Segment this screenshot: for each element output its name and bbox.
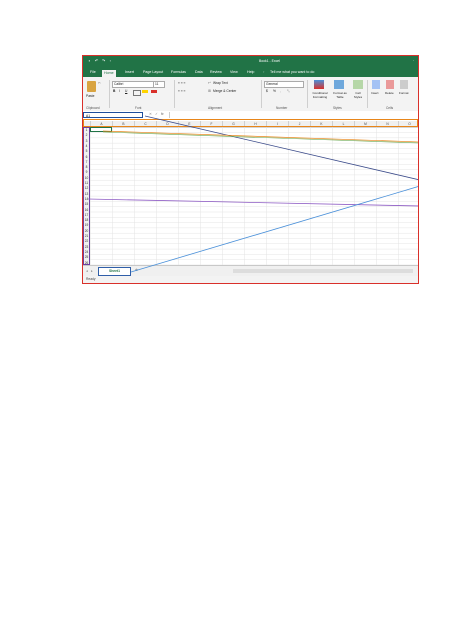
format-button[interactable]: Format [399,91,409,95]
tab-file[interactable]: File [88,69,98,76]
insert-function-icon[interactable]: fx [161,112,164,116]
title-bar: ▪ ↶ ↷ ▫ Book1 - Excel · [83,56,418,67]
redo-icon[interactable]: ↷ [101,58,106,63]
group-divider [367,80,368,108]
font-size-select[interactable]: 11 [153,81,165,88]
tab-data[interactable]: Data [193,69,205,76]
conditional-formatting-icon[interactable] [314,80,324,89]
window-title: Book1 - Excel [259,59,280,63]
styles-group-label: Styles [333,106,342,110]
cancel-icon[interactable]: ✕ [149,112,152,116]
number-group-label: Number [276,106,288,110]
excel-window-screenshot: ▪ ↶ ↷ ▫ Book1 - Excel · File Home Insert… [82,55,419,284]
save-icon[interactable]: ▪ [87,58,92,63]
group-divider [261,80,262,108]
percent-button[interactable]: % [273,89,276,93]
group-divider [174,80,175,108]
row-header-column: 1 2 3 4 5 6 7 8 9 10 11 12 13 14 15 16 17 18 19 20 21 22 23 24 2… [83,127,90,265]
undo-icon[interactable]: ↶ [94,58,99,63]
bold-button[interactable]: B [113,89,115,93]
tell-me-box[interactable]: Tell me what you want to do [270,69,314,76]
active-cell[interactable] [90,127,112,133]
borders-icon[interactable] [133,90,141,96]
horizontal-scrollbar[interactable] [233,269,413,273]
underline-button[interactable]: U [125,89,127,93]
align-top-icon[interactable]: ≡ ≡ ≡ [178,81,186,85]
add-sheet-icon[interactable]: ⊕ [135,268,138,272]
formula-input[interactable] [169,112,418,118]
tab-review[interactable]: Review [208,69,224,76]
tab-view[interactable]: View [228,69,240,76]
scroll-left-icon[interactable]: ◂ [86,269,88,273]
wrap-text-icon: ↵ [208,81,211,85]
currency-button[interactable]: $ [266,89,268,93]
sheet-tab[interactable]: Sheet1 [98,267,131,276]
font-name-value: Calibri [114,82,124,86]
decimal-icon[interactable]: ⁰₀ [287,89,290,93]
paste-icon[interactable] [87,81,96,92]
cell-styles-icon[interactable] [353,80,363,89]
group-divider [109,80,110,108]
cell-styles-button[interactable]: Cell Styles [351,91,365,99]
font-group-label: Font [135,106,142,110]
merge-icon: ⊞ [208,89,211,93]
format-cells-icon[interactable] [400,80,408,89]
format-as-table-button[interactable]: Format as Table [331,91,349,99]
tab-help[interactable]: Help [245,69,256,76]
tab-formulas[interactable]: Formulas [169,69,188,76]
column-header-highlight [83,119,418,127]
merge-center-button[interactable]: Merge & Center [213,89,236,93]
tab-insert[interactable]: Insert [123,69,136,76]
status-text: Ready [86,277,96,281]
delete-button[interactable]: Delete [385,91,394,95]
ribbon-home: Paste ✂ Clipboard Calibri 11 B I U Font … [83,77,418,112]
insert-button[interactable]: Insert [371,91,379,95]
align-left-icon[interactable]: ≡ ≡ ≡ [178,89,186,93]
fill-color-icon[interactable] [142,90,148,93]
scroll-right-icon[interactable]: ▸ [91,269,93,273]
group-divider [307,80,308,108]
italic-button[interactable]: I [119,89,120,93]
quick-access-icon[interactable]: ▫ [108,58,113,63]
worksheet-grid[interactable] [90,127,418,265]
lightbulb-icon: ◦ [263,70,265,74]
cut-icon[interactable]: ✂ [98,81,101,85]
tab-home[interactable]: Home [102,70,116,77]
sign-in-icon[interactable]: · [411,58,416,63]
font-color-icon[interactable] [151,90,157,93]
delete-cells-icon[interactable] [386,80,394,89]
insert-cells-icon[interactable] [372,80,380,89]
ribbon-tabs: File Home Insert Page Layout Formulas Da… [83,67,418,77]
format-as-table-icon[interactable] [334,80,344,89]
conditional-formatting-button[interactable]: Conditional Formatting [309,91,331,99]
enter-icon[interactable]: ✓ [155,112,158,116]
number-format-value: General [266,82,278,86]
tab-page-layout[interactable]: Page Layout [141,69,165,76]
alignment-group-label: Alignment [208,106,223,110]
wrap-text-button[interactable]: Wrap Text [213,81,228,85]
paste-label[interactable]: Paste [86,94,94,98]
font-name-select[interactable]: Calibri [112,81,154,88]
comma-icon[interactable]: , [280,89,281,93]
clipboard-group-label: Clipboard [86,106,100,110]
number-format-select[interactable]: General [264,81,304,88]
cells-group-label: Cells [386,106,394,110]
name-box[interactable]: A1 [83,111,143,118]
font-size-value: 11 [155,82,159,86]
status-bar: Ready [83,276,418,283]
